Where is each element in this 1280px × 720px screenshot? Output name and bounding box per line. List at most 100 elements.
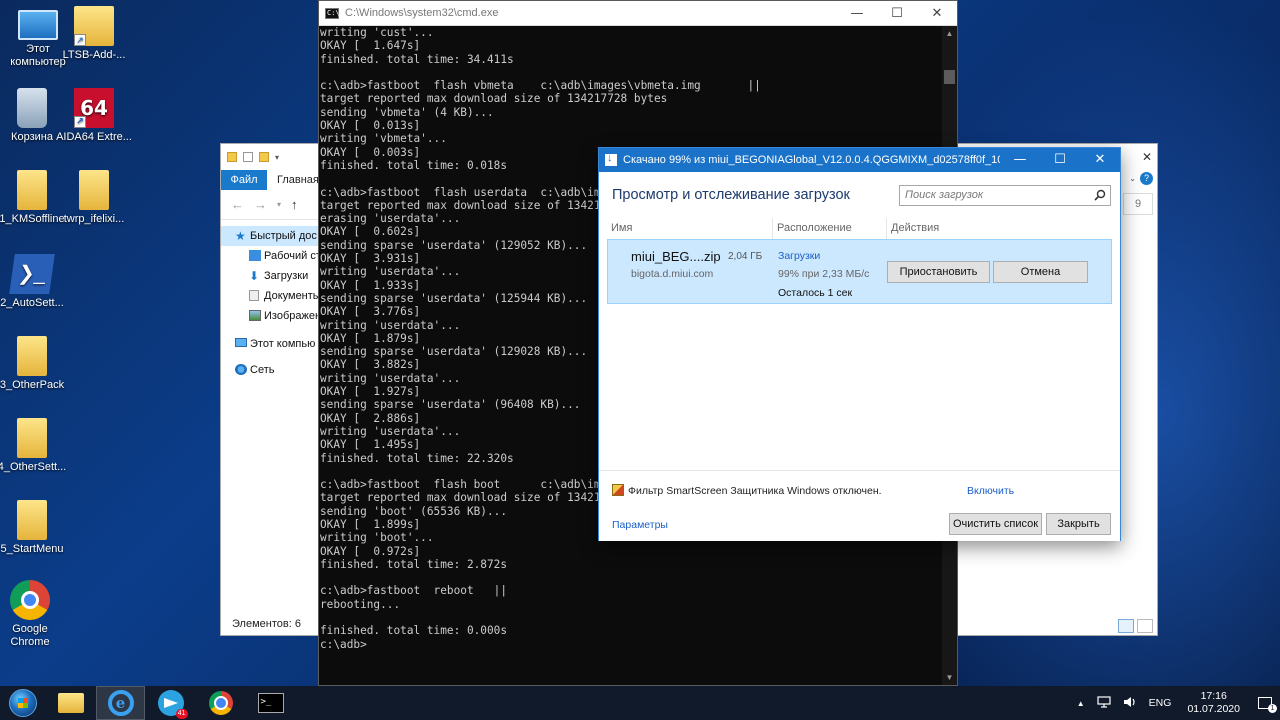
desktop-icon-twrp[interactable]: twrp_ifelixi... xyxy=(56,170,132,226)
close-dialog-button[interactable]: Закрыть xyxy=(1046,513,1111,535)
search-icon[interactable] xyxy=(1094,189,1106,201)
desktop-icon-ltsb-add[interactable]: ↗ LTSB-Add-... xyxy=(56,6,132,62)
tree-item-network[interactable]: Сеть xyxy=(221,360,329,380)
back-arrow-icon[interactable]: ← xyxy=(231,197,244,212)
desktop-icon-label: AIDA64 Extre... xyxy=(56,131,132,143)
maximize-button[interactable]: ☐ xyxy=(1040,148,1080,172)
tree-item-label: Сеть xyxy=(250,364,275,376)
download-dialog-titlebar[interactable]: Скачано 99% из miui_BEGONIAGlobal_V12.0.… xyxy=(599,148,1120,172)
minimize-button[interactable]: — xyxy=(837,1,877,25)
computer-icon xyxy=(18,10,58,40)
quick-access-toolbar: ▾ xyxy=(221,144,329,170)
cmd-titlebar[interactable]: C:\ C:\Windows\system32\cmd.exe — ☐ ✕ xyxy=(319,1,957,26)
console-line: rebooting... xyxy=(320,597,401,611)
tree-item-quick-access[interactable]: ★ Быстрый дос xyxy=(221,226,329,246)
tree-item-documents[interactable]: Документы xyxy=(221,286,329,306)
console-line: c:\adb>fastboot reboot || xyxy=(320,584,508,598)
column-actions[interactable]: Действия xyxy=(887,218,1112,239)
navigation-tree: ★ Быстрый дос Рабочий сто ⬇ Загрузки Док… xyxy=(221,220,329,380)
network-icon xyxy=(235,364,247,375)
console-line: writing 'vbmeta'... xyxy=(320,132,447,146)
smartscreen-warning-icon xyxy=(612,484,624,496)
volume-icon[interactable] xyxy=(1117,696,1143,711)
windows-logo-icon xyxy=(9,689,37,717)
download-location-link[interactable]: Загрузки xyxy=(778,250,820,262)
desktop-icon-google-chrome[interactable]: Google Chrome xyxy=(0,580,68,649)
column-location[interactable]: Расположение xyxy=(773,218,887,239)
cmd-title: C:\Windows\system32\cmd.exe xyxy=(345,7,499,19)
download-item[interactable]: miui_BEG....zip 2,04 ГБ bigota.d.miui.co… xyxy=(607,239,1112,304)
tree-item-pictures[interactable]: Изображен xyxy=(221,306,329,326)
desktop-icon-autosett[interactable]: ❯_ 2_AutoSett... xyxy=(0,254,70,310)
column-name[interactable]: Имя xyxy=(607,218,773,239)
chevron-down-icon[interactable]: ⌄ xyxy=(1129,174,1136,183)
taskbar-app-internet-explorer[interactable]: e xyxy=(96,686,145,720)
desktop-icon-aida64[interactable]: 64 ↗ AIDA64 Extre... xyxy=(56,88,132,144)
taskbar-app-cmd[interactable]: >_ xyxy=(246,686,295,720)
downloads-icon: ⬇ xyxy=(249,269,260,283)
close-button[interactable]: ✕ xyxy=(1080,148,1120,172)
tree-item-this-pc[interactable]: Этот компью xyxy=(221,334,329,354)
smartscreen-status: Фильтр SmartScreen Защитника Windows отк… xyxy=(628,485,882,497)
start-button[interactable] xyxy=(0,686,46,720)
up-arrow-icon[interactable]: ↑ xyxy=(291,197,298,212)
desktop-icon-otherpack[interactable]: 3_OtherPack xyxy=(0,336,70,392)
notification-icon: 1 xyxy=(1258,697,1277,713)
desktop-icon-label: LTSB-Add-... xyxy=(62,49,126,61)
minimize-button[interactable]: — xyxy=(1000,148,1040,172)
download-manager-dialog[interactable]: Скачано 99% из miui_BEGONIAGlobal_V12.0.… xyxy=(598,147,1121,541)
enable-smartscreen-link[interactable]: Включить xyxy=(967,485,1014,497)
download-time-remaining: Осталось 1 сек xyxy=(778,287,853,299)
large-icons-view-icon[interactable] xyxy=(1137,619,1153,633)
taskbar-app-telegram[interactable]: 41 xyxy=(146,686,195,720)
shortcut-arrow-icon: ↗ xyxy=(74,116,86,128)
clock[interactable]: 17:16 01.07.2020 xyxy=(1177,690,1250,716)
tree-item-label: Этот компью xyxy=(250,338,316,350)
search-downloads-input[interactable]: Поиск загрузок xyxy=(899,185,1111,206)
status-bar: Элементов: 6 Вы xyxy=(221,613,329,635)
forward-arrow-icon[interactable]: → xyxy=(254,197,267,212)
cancel-button[interactable]: Отмена xyxy=(993,261,1088,283)
taskbar-app-explorer[interactable] xyxy=(46,686,95,720)
show-hidden-icons-button[interactable]: ▲ xyxy=(1071,699,1091,708)
scroll-down-icon[interactable]: ▼ xyxy=(942,670,957,685)
language-indicator[interactable]: ENG xyxy=(1143,697,1178,709)
console-line: sending 'vbmeta' (4 KB)... xyxy=(320,105,494,119)
clear-list-button[interactable]: Очистить список xyxy=(949,513,1042,535)
desktop-icon-othersett[interactable]: 4_OtherSett... xyxy=(0,418,70,474)
maximize-button[interactable]: ☐ xyxy=(877,1,917,25)
new-folder-icon[interactable] xyxy=(259,152,269,162)
search-input[interactable]: 9 xyxy=(1123,193,1153,215)
window-controls: — ☐ ✕ xyxy=(1000,148,1120,172)
properties-icon[interactable] xyxy=(243,152,253,162)
pause-button[interactable]: Приостановить xyxy=(887,261,990,283)
network-icon[interactable] xyxy=(1091,695,1117,711)
console-line: c:\adb> xyxy=(320,637,367,651)
settings-link[interactable]: Параметры xyxy=(612,519,668,531)
help-icon[interactable]: ? xyxy=(1140,172,1153,185)
ribbon-controls: ⌄ ? xyxy=(1129,172,1153,185)
documents-icon xyxy=(249,290,259,301)
tree-item-downloads[interactable]: ⬇ Загрузки xyxy=(221,266,329,286)
scroll-up-icon[interactable]: ▲ xyxy=(942,26,957,41)
console-line: writing 'cust'... xyxy=(320,26,434,39)
taskbar-app-chrome[interactable] xyxy=(196,686,245,720)
close-button[interactable]: ✕ xyxy=(917,1,957,25)
tree-item-desktop[interactable]: Рабочий сто xyxy=(221,246,329,266)
desktop-icon-startmenu[interactable]: 5_StartMenu xyxy=(0,500,70,556)
close-icon[interactable]: ✕ xyxy=(1137,144,1157,170)
aida64-icon: 64 ↗ xyxy=(74,88,114,128)
download-file-name[interactable]: miui_BEG....zip xyxy=(631,249,721,264)
chevron-down-icon[interactable]: ▾ xyxy=(275,153,279,162)
file-explorer-window[interactable]: ▾ Файл Главная ← → ▾ ↑ ★ Быстрый дос Раб… xyxy=(220,143,330,636)
download-header: Просмотр и отслеживание загрузок Поиск з… xyxy=(599,172,1120,218)
star-icon: ★ xyxy=(235,229,246,243)
scrollbar-thumb[interactable] xyxy=(944,70,955,84)
chevron-down-icon[interactable]: ▾ xyxy=(277,200,281,209)
tab-file[interactable]: Файл xyxy=(221,170,267,190)
desktop-icon-label: twrp_ifelixi... xyxy=(63,213,125,225)
details-view-icon[interactable] xyxy=(1118,619,1134,633)
search-input-text: 9 xyxy=(1134,198,1142,210)
action-center-button[interactable]: 1 xyxy=(1250,686,1280,720)
